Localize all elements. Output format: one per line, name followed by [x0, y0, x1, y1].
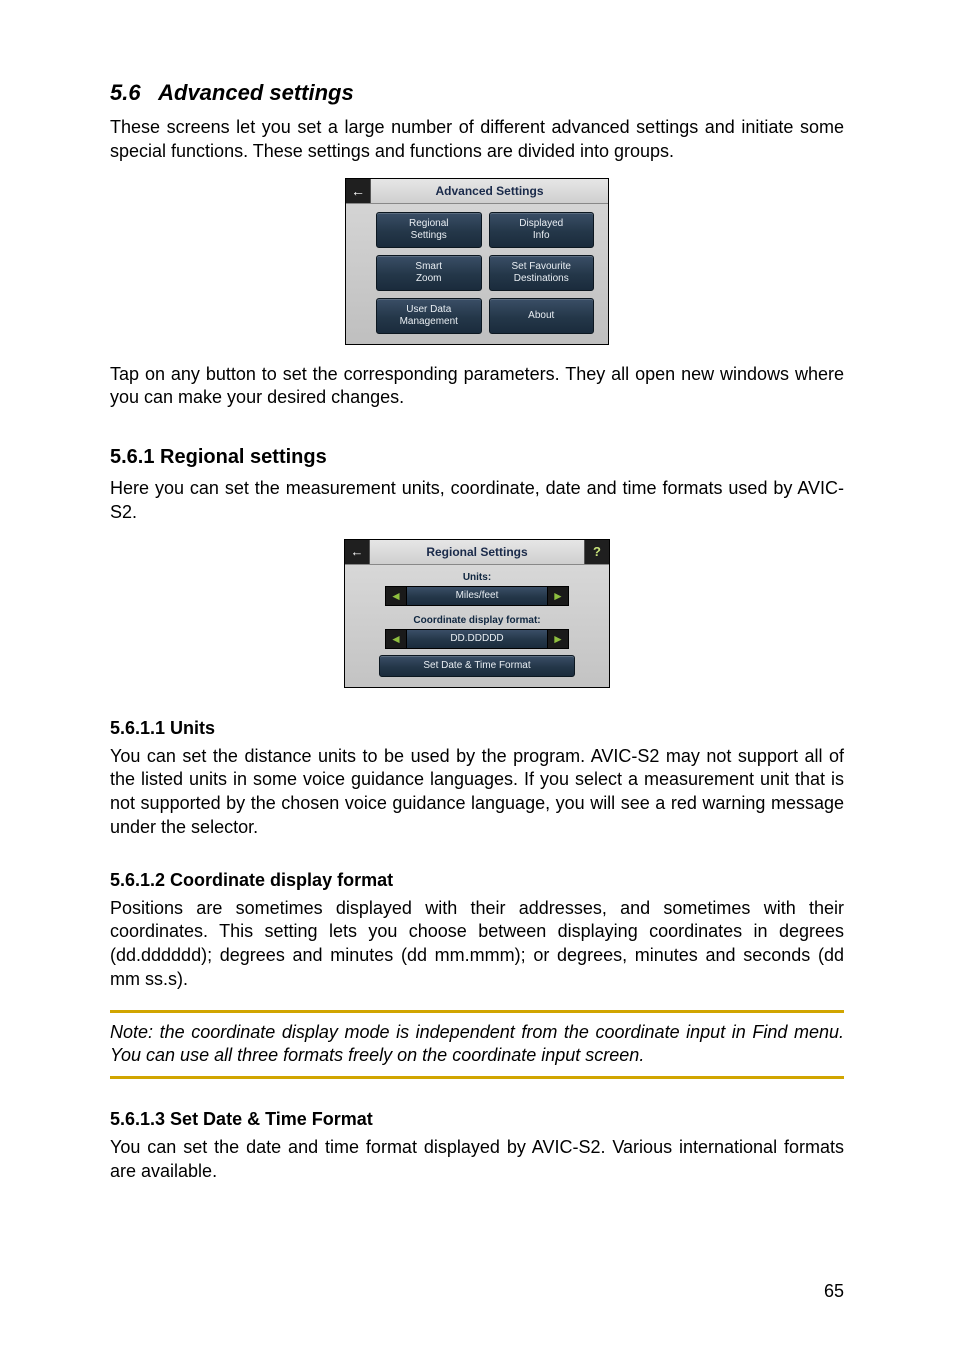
units-value: Miles/feet [407, 586, 547, 606]
section-heading-5-6: 5.6 Advanced settings [110, 80, 844, 106]
coord-format-body: Positions are sometimes displayed with t… [110, 897, 844, 992]
user-data-management-button[interactable]: User DataManagement [376, 298, 482, 334]
regional-settings-titlebar: ← Regional Settings ? [345, 540, 609, 565]
heading-5-6-1-3: 5.6.1.3 Set Date & Time Format [110, 1109, 844, 1130]
heading-5-6-1-2: 5.6.1.2 Coordinate display format [110, 870, 844, 891]
set-favourite-destinations-button[interactable]: Set FavouriteDestinations [489, 255, 595, 291]
units-next-icon[interactable]: ► [547, 586, 569, 606]
displayed-info-button[interactable]: DisplayedInfo [489, 212, 595, 248]
about-button[interactable]: About [489, 298, 595, 334]
coordinate-format-selector: ◄ DD.DDDDD ► [385, 629, 569, 649]
advanced-settings-title: Advanced Settings [371, 179, 608, 203]
heading-5-6-1: 5.6.1 Regional settings [110, 446, 844, 469]
section-title-text: Advanced settings [158, 80, 354, 105]
note-rule-bottom [110, 1076, 844, 1079]
units-selector: ◄ Miles/feet ► [385, 586, 569, 606]
coordinate-format-value: DD.DDDDD [407, 629, 547, 649]
advanced-settings-titlebar: ← Advanced Settings [346, 179, 608, 204]
section-number: 5.6 [110, 80, 141, 105]
advanced-settings-screenshot: ← Advanced Settings RegionalSettings Dis… [345, 178, 609, 345]
coord-format-note: Note: the coordinate display mode is ind… [110, 1021, 844, 1069]
coord-prev-icon[interactable]: ◄ [385, 629, 407, 649]
units-label: Units: [357, 569, 597, 586]
page-number: 65 [824, 1281, 844, 1302]
units-prev-icon[interactable]: ◄ [385, 586, 407, 606]
coordinate-format-label: Coordinate display format: [357, 612, 597, 629]
section-intro: These screens let you set a large number… [110, 116, 844, 164]
advanced-settings-after-text: Tap on any button to set the correspondi… [110, 363, 844, 411]
regional-settings-title: Regional Settings [370, 540, 584, 564]
advanced-settings-grid: RegionalSettings DisplayedInfo SmartZoom… [346, 204, 608, 338]
units-body: You can set the distance units to be use… [110, 745, 844, 840]
regional-settings-screenshot: ← Regional Settings ? Units: ◄ Miles/fee… [344, 539, 610, 688]
heading-5-6-1-1: 5.6.1.1 Units [110, 718, 844, 739]
set-date-time-body: You can set the date and time format dis… [110, 1136, 844, 1184]
regional-settings-intro: Here you can set the measurement units, … [110, 477, 844, 525]
smart-zoom-button[interactable]: SmartZoom [376, 255, 482, 291]
regional-settings-button[interactable]: RegionalSettings [376, 212, 482, 248]
back-icon[interactable]: ← [345, 540, 370, 564]
set-date-time-format-button[interactable]: Set Date & Time Format [379, 655, 575, 677]
note-rule-top [110, 1010, 844, 1013]
coord-next-icon[interactable]: ► [547, 629, 569, 649]
back-icon[interactable]: ← [346, 179, 371, 203]
help-icon[interactable]: ? [584, 540, 609, 564]
